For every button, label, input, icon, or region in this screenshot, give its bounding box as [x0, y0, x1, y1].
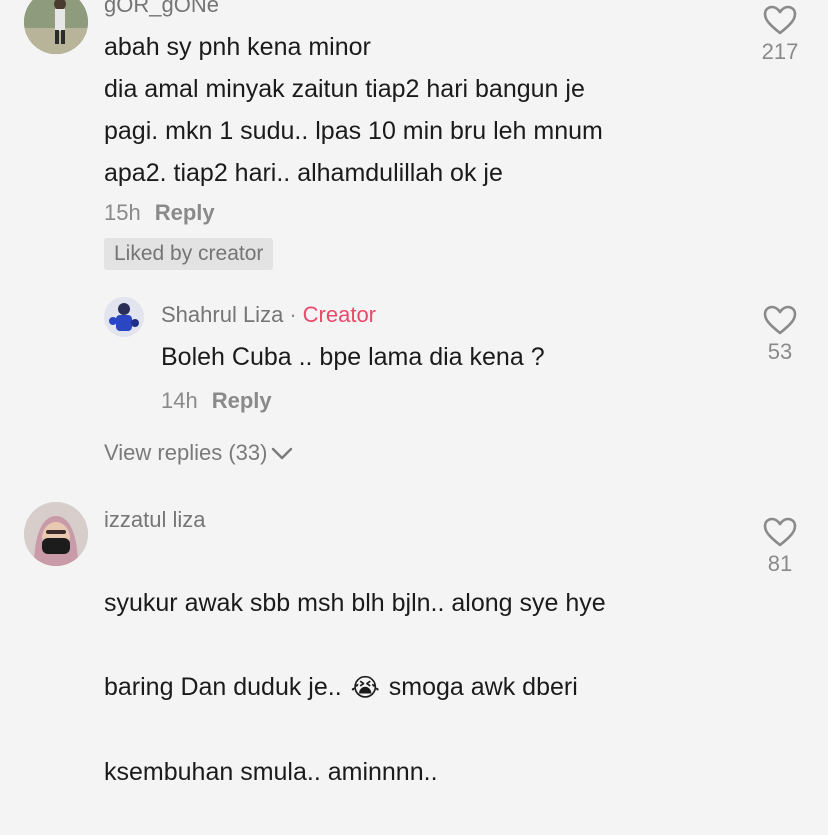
- like-count: 81: [767, 551, 793, 576]
- heart-outline-icon: [763, 305, 797, 335]
- heart-outline-icon: [763, 517, 797, 547]
- comment-meta: 15h Reply: [104, 200, 215, 226]
- comment-text-line: baring Dan duduk je.. 😭 smoga awk dberi: [104, 666, 744, 709]
- liked-by-creator-badge: Liked by creator: [104, 238, 274, 270]
- comment-text: syukur awak sbb msh blh bjln.. along sye…: [104, 540, 744, 835]
- creator-tag: Creator: [302, 302, 376, 327]
- comment-text-segment: baring Dan duduk je..: [104, 673, 342, 701]
- like-count: 53: [767, 339, 793, 364]
- avatar[interactable]: [24, 502, 88, 566]
- crying-face-emoji: 😭: [350, 674, 380, 703]
- comment-username[interactable]: izzatul liza: [104, 507, 205, 533]
- heart-outline-icon: [763, 5, 797, 35]
- like-button[interactable]: 217: [750, 4, 810, 65]
- reply-username[interactable]: Shahrul Liza: [161, 302, 283, 327]
- comment-username[interactable]: gOR_gONe: [104, 0, 219, 18]
- reply-meta: 14h Reply: [161, 388, 272, 414]
- reply-text: Boleh Cuba .. bpe lama dia kena ?: [161, 343, 545, 371]
- reply-username-row: Shahrul Liza · Creator: [161, 302, 376, 328]
- avatar-photo: [24, 0, 88, 54]
- reply-avatar[interactable]: [104, 297, 144, 337]
- avatar-photo: [104, 297, 144, 337]
- separator-dot: ·: [289, 302, 297, 327]
- comment-text: abah sy pnh kena minor dia amal minyak z…: [104, 33, 603, 187]
- comment-time: 15h: [104, 200, 141, 225]
- chevron-down-icon: [272, 447, 293, 460]
- view-replies-button[interactable]: View replies (33): [104, 440, 293, 466]
- like-button[interactable]: 53: [750, 304, 810, 365]
- avatar-photo: [24, 502, 88, 566]
- comment-text-segment: smoga awk dberi: [388, 673, 578, 701]
- comment-text-line: ksembuhan smula.. aminnnn..: [104, 758, 438, 787]
- reply-button[interactable]: Reply: [155, 200, 215, 225]
- reply-time: 14h: [161, 388, 198, 413]
- avatar[interactable]: [24, 0, 88, 54]
- view-replies-label: View replies (33): [104, 440, 268, 465]
- comment-text-line: syukur awak sbb msh blh bjln.. along sye…: [104, 589, 606, 617]
- like-button[interactable]: 81: [750, 516, 810, 577]
- reply-button[interactable]: Reply: [212, 388, 272, 413]
- like-count: 217: [761, 39, 799, 64]
